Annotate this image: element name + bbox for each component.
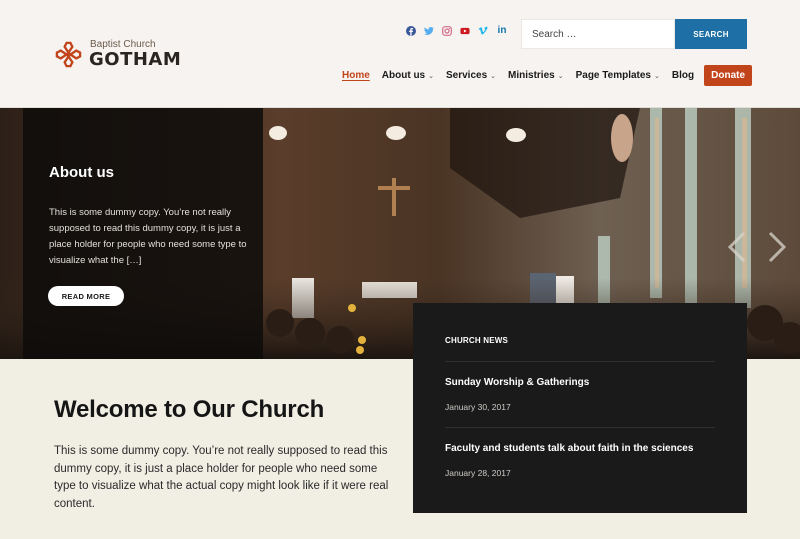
chevron-down-icon: ⌄ [654,72,660,80]
nav-label: Ministries [508,70,555,81]
nav-label: About us [381,70,426,81]
slider-next-arrow-icon[interactable] [764,230,790,264]
site-header: Baptist Church GOTHAM in SEARCH Home Abo… [0,0,800,108]
slider-prev-arrow-icon[interactable] [724,230,750,264]
news-item-title-link[interactable]: Faculty and students talk about faith in… [445,443,693,454]
about-us-excerpt: This is some dummy copy. You’re not real… [49,207,247,266]
nav-item-page-templates[interactable]: Page Templates ⌄ [576,70,660,81]
search-input[interactable] [521,19,675,49]
nav-item-ministries[interactable]: Ministries ⌄ [508,70,564,81]
facebook-icon[interactable] [406,26,416,36]
twitter-icon[interactable] [424,26,434,36]
site-logo[interactable]: Baptist Church GOTHAM [54,39,181,70]
nav-item-blog[interactable]: Blog [672,70,694,81]
news-item-date: January 30, 2017 [445,402,511,412]
youtube-icon[interactable] [460,26,470,36]
church-news-title: CHURCH NEWS [445,336,509,345]
chevron-down-icon: ⌄ [428,72,434,80]
nav-item-home[interactable]: Home [342,70,370,81]
nav-label: Page Templates [575,70,651,81]
welcome-heading: Welcome to Our Church [54,396,325,423]
search-form: SEARCH [521,19,747,49]
read-more-button[interactable]: READ MORE [48,286,124,306]
nav-item-about-us[interactable]: About us ⌄ [382,70,434,81]
logo-flower-icon [55,41,82,68]
divider [445,361,715,362]
about-us-title: About us [49,164,114,181]
search-button[interactable]: SEARCH [675,19,747,49]
news-item-date: January 28, 2017 [445,468,511,478]
chevron-down-icon: ⌄ [557,72,564,80]
church-news-panel: CHURCH NEWS Sunday Worship & Gatherings … [413,303,747,513]
divider [445,427,715,428]
logo-name: GOTHAM [89,49,182,70]
main-nav: Home About us ⌄ Services ⌄ Ministries ⌄ Pag… [342,65,753,86]
donate-button[interactable]: Donate [704,65,753,86]
nav-label: Services [446,70,488,81]
linkedin-icon[interactable]: in [496,26,508,36]
social-links: in [406,26,508,36]
instagram-icon[interactable] [442,26,452,36]
nav-label: Blog [671,70,695,81]
chevron-down-icon: ⌄ [490,72,497,80]
news-item-title-link[interactable]: Sunday Worship & Gatherings [445,377,589,388]
nav-item-services[interactable]: Services ⌄ [446,70,496,81]
nav-label: Home [342,70,370,81]
vimeo-icon[interactable] [478,26,488,36]
welcome-text: This is some dummy copy. You’re not real… [54,445,389,510]
